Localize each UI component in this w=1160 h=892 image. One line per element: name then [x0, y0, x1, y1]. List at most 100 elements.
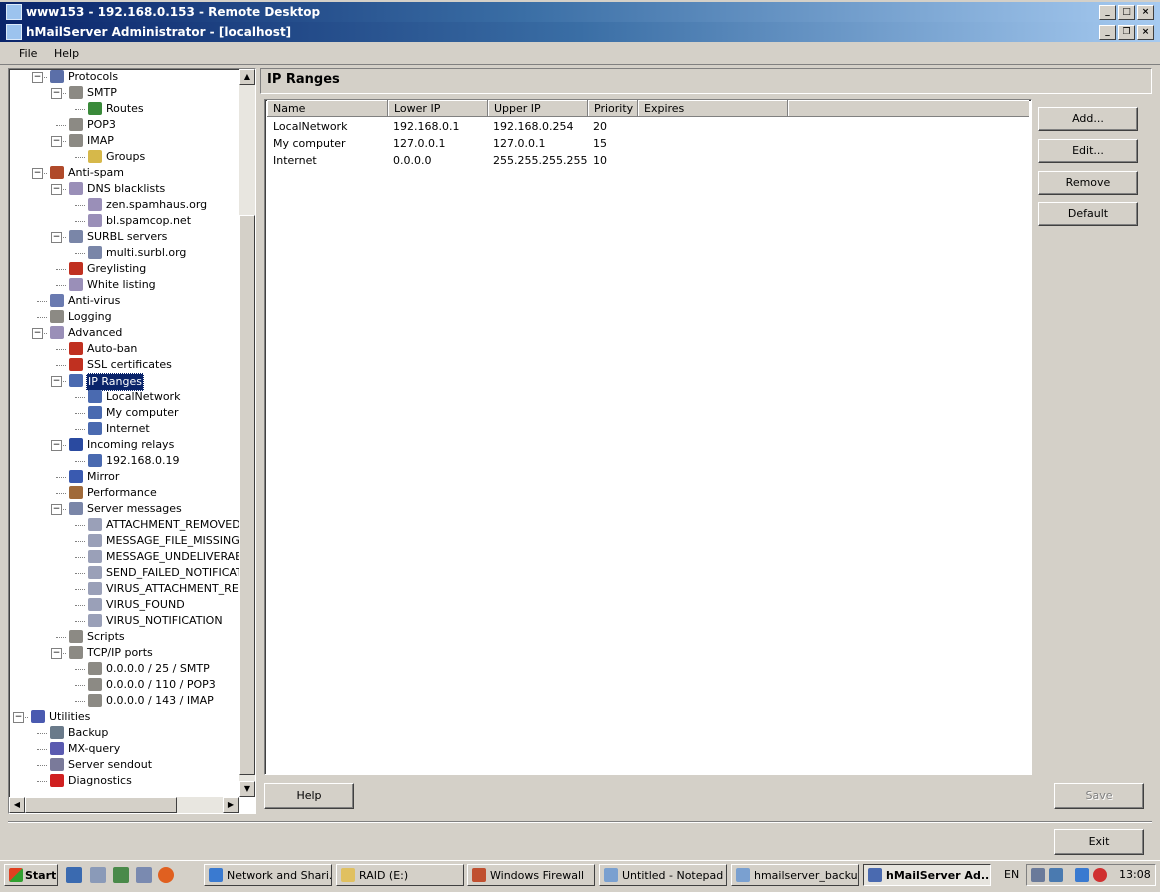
tree-item-routes[interactable]: Routes — [9, 101, 239, 117]
app-minimize-button[interactable]: _ — [1099, 24, 1116, 40]
tree-item-backup[interactable]: Backup — [9, 725, 239, 741]
collapse-toggle-icon[interactable]: − — [51, 136, 62, 147]
remote-desktop-titlebar[interactable]: www153 - 192.168.0.153 - Remote Desktop … — [0, 2, 1160, 22]
tree-item-anti-spam[interactable]: − Anti-spam — [9, 165, 239, 181]
tray-connection-icon[interactable] — [1075, 868, 1089, 882]
taskbar-task-hmailserver-backu[interactable]: hmailserver_backu... — [731, 864, 859, 886]
collapse-toggle-icon[interactable]: − — [32, 168, 43, 179]
default-button[interactable]: Default — [1038, 202, 1138, 226]
tree-item-imap[interactable]: − IMAP — [9, 133, 239, 149]
rd-minimize-button[interactable]: _ — [1099, 4, 1116, 20]
tree-item-ssl-certificates[interactable]: SSL certificates — [9, 357, 239, 373]
taskbar-task-raid-e[interactable]: RAID (E:) — [336, 864, 464, 886]
tree-item-0-0-0-0-110-pop3[interactable]: 0.0.0.0 / 110 / POP3 — [9, 677, 239, 693]
collapse-toggle-icon[interactable]: − — [51, 232, 62, 243]
tree-item-192-168-0-19[interactable]: 192.168.0.19 — [9, 453, 239, 469]
save-button[interactable]: Save — [1054, 783, 1144, 809]
tree-item-zen-spamhaus-org[interactable]: zen.spamhaus.org — [9, 197, 239, 213]
column-header-name[interactable]: Name — [267, 100, 388, 117]
scroll-thumb-horizontal[interactable] — [25, 797, 177, 813]
explorer-icon[interactable] — [136, 867, 152, 883]
tree-item-virus-attachment-removed[interactable]: VIRUS_ATTACHMENT_REMOVED — [9, 581, 255, 597]
tray-network-icon[interactable] — [1031, 868, 1045, 882]
tree-item-message-file-missing[interactable]: MESSAGE_FILE_MISSING — [9, 533, 240, 549]
tree-item-mx-query[interactable]: MX-query — [9, 741, 239, 757]
tree-item-anti-virus[interactable]: Anti-virus — [9, 293, 239, 309]
firefox-icon[interactable] — [158, 867, 174, 883]
column-header-upper-ip[interactable]: Upper IP — [488, 100, 588, 117]
navigation-tree[interactable]: − Protocols − SMTP Routes POP3− IMAP Groups − Ant… — [8, 68, 256, 814]
tray-update-icon[interactable] — [1049, 868, 1063, 882]
app-restore-button[interactable]: ❐ — [1118, 24, 1135, 40]
tree-item-utilities[interactable]: − Utilities — [9, 709, 239, 725]
tree-item-my-computer[interactable]: My computer — [9, 405, 239, 421]
tree-item-internet[interactable]: Internet — [9, 421, 239, 437]
collapse-toggle-icon[interactable]: − — [32, 328, 43, 339]
collapse-toggle-icon[interactable]: − — [51, 184, 62, 195]
tree-item-ip-ranges[interactable]: − IP Ranges — [9, 373, 239, 391]
scroll-right-button[interactable]: ▶ — [223, 797, 239, 813]
scroll-down-button[interactable]: ▼ — [239, 781, 255, 797]
menu-help[interactable]: Help — [54, 47, 79, 60]
tree-item-message-undeliverable[interactable]: MESSAGE_UNDELIVERABLE — [9, 549, 255, 565]
tree-item-localnetwork[interactable]: LocalNetwork — [9, 389, 239, 405]
tree-item-surbl-servers[interactable]: − SURBL servers — [9, 229, 239, 245]
tree-item-smtp[interactable]: − SMTP — [9, 85, 239, 101]
tree-item-bl-spamcop-net[interactable]: bl.spamcop.net — [9, 213, 239, 229]
tree-item-advanced[interactable]: − Advanced — [9, 325, 239, 341]
tree-vertical-scrollbar[interactable]: ▲ ▼ — [239, 69, 255, 797]
edit-button[interactable]: Edit... — [1038, 139, 1138, 163]
rd-close-button[interactable]: × — [1137, 4, 1154, 20]
show-desktop-icon[interactable] — [66, 867, 82, 883]
collapse-toggle-icon[interactable]: − — [51, 440, 62, 451]
tree-item-white-listing[interactable]: White listing — [9, 277, 239, 293]
tree-item-tcp-ip-ports[interactable]: − TCP/IP ports — [9, 645, 239, 661]
tree-item-auto-ban[interactable]: Auto-ban — [9, 341, 239, 357]
collapse-toggle-icon[interactable]: − — [51, 376, 62, 387]
tree-item-0-0-0-0-143-imap[interactable]: 0.0.0.0 / 143 / IMAP — [9, 693, 239, 709]
collapse-toggle-icon[interactable]: − — [32, 72, 43, 83]
column-header-lower-ip[interactable]: Lower IP — [388, 100, 488, 117]
language-indicator[interactable]: EN — [1004, 868, 1019, 881]
tree-item-protocols[interactable]: − Protocols — [9, 69, 239, 85]
tree-item-diagnostics[interactable]: Diagnostics — [9, 773, 239, 789]
rd-maximize-button[interactable]: □ — [1118, 4, 1135, 20]
tree-item-incoming-relays[interactable]: − Incoming relays — [9, 437, 239, 453]
collapse-toggle-icon[interactable]: − — [51, 88, 62, 99]
help-button[interactable]: Help — [264, 783, 354, 809]
tree-item-attachment-removed[interactable]: ATTACHMENT_REMOVED — [9, 517, 241, 533]
clock[interactable]: 13:08 — [1119, 868, 1151, 881]
tree-item-virus-notification[interactable]: VIRUS_NOTIFICATION — [9, 613, 239, 629]
tree-item-greylisting[interactable]: Greylisting — [9, 261, 239, 277]
collapse-toggle-icon[interactable]: − — [51, 648, 62, 659]
tree-item-send-failed-notification[interactable]: SEND_FAILED_NOTIFICATION — [9, 565, 255, 581]
taskbar-task-hmailserver-ad[interactable]: hMailServer Ad... — [863, 864, 991, 886]
tree-item-logging[interactable]: Logging — [9, 309, 239, 325]
tree-item-0-0-0-0-25-smtp[interactable]: 0.0.0.0 / 25 / SMTP — [9, 661, 239, 677]
add-button[interactable]: Add... — [1038, 107, 1138, 131]
tree-item-multi-surbl-org[interactable]: multi.surbl.org — [9, 245, 239, 261]
tree-item-dns-blacklists[interactable]: − DNS blacklists — [9, 181, 239, 197]
tree-horizontal-scrollbar[interactable]: ◀ ▶ — [9, 797, 239, 813]
taskbar-task-network-and-shari[interactable]: Network and Shari... — [204, 864, 332, 886]
scroll-thumb-vertical[interactable] — [239, 215, 255, 775]
tree-item-performance[interactable]: Performance — [9, 485, 239, 501]
start-button[interactable]: Start — [4, 864, 58, 886]
tree-item-mirror[interactable]: Mirror — [9, 469, 239, 485]
remove-button[interactable]: Remove — [1038, 171, 1138, 195]
network-icon[interactable] — [113, 867, 129, 883]
tray-volume-muted-icon[interactable] — [1093, 868, 1107, 882]
tree-item-server-sendout[interactable]: Server sendout — [9, 757, 239, 773]
tree-item-virus-found[interactable]: VIRUS_FOUND — [9, 597, 239, 613]
menu-file[interactable]: File — [19, 47, 37, 60]
tree-item-scripts[interactable]: Scripts — [9, 629, 239, 645]
scroll-left-button[interactable]: ◀ — [9, 797, 25, 813]
scroll-up-button[interactable]: ▲ — [239, 69, 255, 85]
taskbar-task-windows-firewall[interactable]: Windows Firewall — [467, 864, 595, 886]
collapse-toggle-icon[interactable]: − — [51, 504, 62, 515]
ip-ranges-list[interactable]: Name Lower IP Upper IP Priority Expires … — [264, 99, 1032, 775]
server-manager-icon[interactable] — [90, 867, 106, 883]
taskbar-task-untitled-notepad[interactable]: Untitled - Notepad — [599, 864, 727, 886]
tree-item-pop3[interactable]: POP3 — [9, 117, 239, 133]
tree-item-server-messages[interactable]: − Server messages — [9, 501, 239, 517]
